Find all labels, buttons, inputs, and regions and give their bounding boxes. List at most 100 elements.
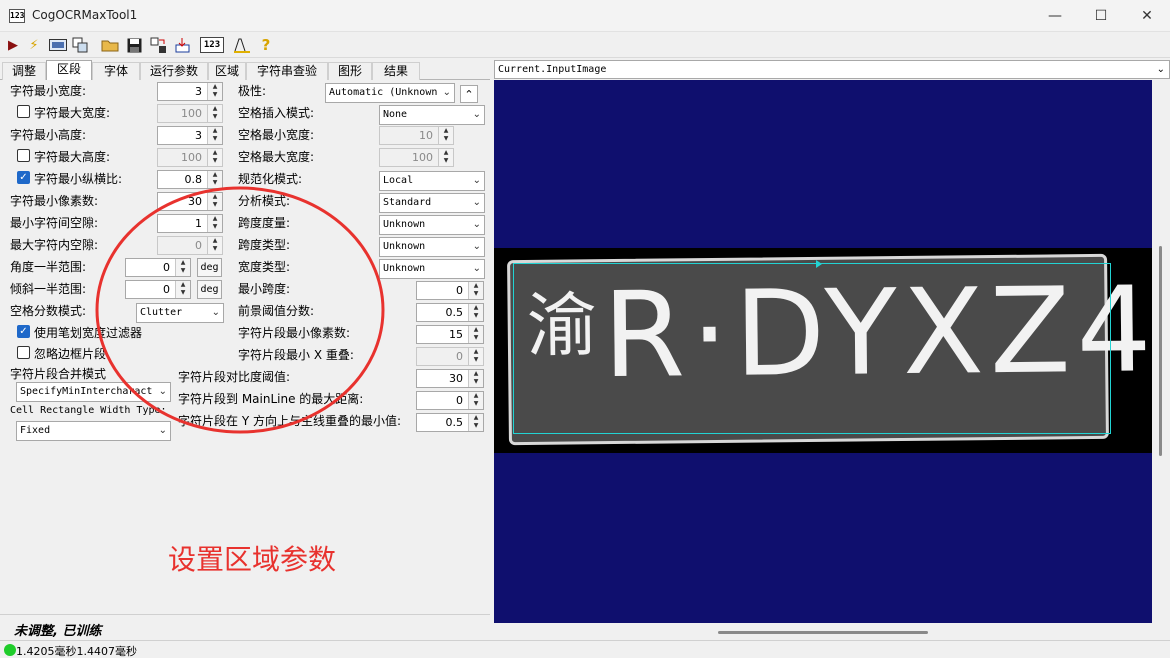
horizontal-scrollbar[interactable] bbox=[494, 623, 1152, 640]
training-icon[interactable] bbox=[148, 35, 168, 55]
tab-segment[interactable]: 区段 bbox=[46, 60, 92, 81]
spin-arrows-icon: ▲ ▼ bbox=[438, 127, 453, 144]
segment-panel: 字符最小宽度: 3 ▲ ▼ 字符最大宽度: 100 ▲ ▼ 字符最小高度: 3 ▲ ▼ 字符… bbox=[0, 80, 490, 613]
spin-arrows-icon: ▲ ▼ bbox=[468, 348, 483, 365]
tab-strip: 调整 区段 字体 运行参数 区域 字符串查验 图形 结果 bbox=[0, 60, 490, 81]
ocr-123-icon[interactable]: 123 bbox=[200, 37, 224, 53]
spin-arrows-icon[interactable]: ▲ ▼ bbox=[468, 326, 483, 343]
fragment-min-y-overlap-input[interactable]: 0.5 ▲ ▼ bbox=[416, 413, 484, 432]
char-min-height-input[interactable]: 3 ▲ ▼ bbox=[157, 126, 223, 145]
collapse-button[interactable]: ⌃ bbox=[460, 85, 478, 103]
pitch-type-select[interactable]: Unknown ⌄ bbox=[379, 237, 485, 257]
min-pitch-input[interactable]: 0 ▲ ▼ bbox=[416, 281, 484, 300]
spin-arrows-icon[interactable]: ▲ ▼ bbox=[468, 414, 483, 431]
chevron-down-icon: ⌄ bbox=[472, 241, 481, 252]
chevron-down-icon: ⌄ bbox=[442, 87, 451, 98]
toolbar: ▶ ⚡ 123 ? bbox=[0, 32, 1170, 58]
stroke-width-filter-checkbox[interactable]: ✓ bbox=[17, 325, 30, 338]
tab-adjust[interactable]: 调整 bbox=[2, 62, 46, 80]
char-max-width-label: 字符最大宽度: bbox=[34, 106, 111, 120]
spin-arrows-icon[interactable]: ▲ ▼ bbox=[468, 304, 483, 321]
spin-arrows-icon[interactable]: ▲ ▼ bbox=[207, 83, 222, 100]
timing-text: 1.4205毫秒1.4407毫秒 bbox=[16, 645, 137, 658]
minimize-button[interactable]: — bbox=[1032, 0, 1078, 32]
run-icon[interactable]: ▶ bbox=[3, 35, 23, 55]
maximize-button[interactable]: ☐ bbox=[1078, 0, 1124, 32]
tab-graphics[interactable]: 图形 bbox=[328, 62, 372, 80]
space-min-width-input: 10 ▲ ▼ bbox=[379, 126, 454, 145]
fragment-max-dist-mainline-input[interactable]: 0 ▲ ▼ bbox=[416, 391, 484, 410]
ignore-border-fragments-checkbox[interactable] bbox=[17, 346, 30, 359]
char-min-width-label: 字符最小宽度: bbox=[10, 84, 87, 98]
space-insert-mode-select[interactable]: None ⌄ bbox=[379, 105, 485, 125]
tab-string-validation[interactable]: 字符串查验 bbox=[246, 62, 328, 80]
training-state-text: 未调整, 已训练 bbox=[14, 624, 102, 639]
ocr-region-rect[interactable] bbox=[513, 263, 1111, 434]
width-type-select[interactable]: Unknown ⌄ bbox=[379, 259, 485, 279]
save-icon[interactable] bbox=[124, 35, 144, 55]
char-min-width-input[interactable]: 3 ▲ ▼ bbox=[157, 82, 223, 101]
tab-run-params[interactable]: 运行参数 bbox=[140, 62, 208, 80]
training-status-bar: 未调整, 已训练 bbox=[0, 614, 490, 640]
copy-image-icon[interactable] bbox=[70, 35, 90, 55]
horizontal-scroll-thumb[interactable] bbox=[718, 631, 928, 634]
polarity-select[interactable]: Automatic (Unknown ⌄ bbox=[325, 83, 455, 103]
fg-threshold-score-input[interactable]: 0.5 ▲ ▼ bbox=[416, 303, 484, 322]
gap-score-mode-label: 空格分数模式: bbox=[10, 304, 87, 318]
image-display[interactable]: 渝 R·DYXZ4 bbox=[494, 80, 1152, 623]
space-max-width-input: 100 ▲ ▼ bbox=[379, 148, 454, 167]
window-title: CogOCRMaxTool1 bbox=[32, 8, 138, 22]
spin-arrows-icon[interactable]: ▲ ▼ bbox=[468, 370, 483, 387]
fragment-contrast-threshold-input[interactable]: 30 ▲ ▼ bbox=[416, 369, 484, 388]
chevron-down-icon: ⌄ bbox=[1156, 64, 1165, 75]
space-insert-mode-label: 空格插入模式: bbox=[238, 106, 315, 120]
polarity-label: 极性: bbox=[238, 84, 267, 98]
chevron-down-icon: ⌄ bbox=[472, 197, 481, 208]
spin-arrows-icon[interactable]: ▲ ▼ bbox=[207, 127, 222, 144]
close-button[interactable]: ✕ bbox=[1124, 0, 1170, 32]
lightning-icon[interactable]: ⚡ bbox=[24, 35, 44, 55]
normalize-mode-select[interactable]: Local ⌄ bbox=[379, 171, 485, 191]
tab-font[interactable]: 字体 bbox=[92, 62, 140, 80]
char-max-height-checkbox[interactable] bbox=[17, 149, 30, 162]
open-folder-icon[interactable] bbox=[100, 35, 120, 55]
fragment-min-pixels-input[interactable]: 15 ▲ ▼ bbox=[416, 325, 484, 344]
tab-region[interactable]: 区域 bbox=[208, 62, 246, 80]
analysis-mode-select[interactable]: Standard ⌄ bbox=[379, 193, 485, 213]
annotation-text: 设置区域参数 bbox=[168, 543, 337, 576]
chevron-down-icon: ⌄ bbox=[472, 219, 481, 230]
app-icon: 123 bbox=[9, 9, 25, 23]
spin-arrows-icon[interactable]: ▲ ▼ bbox=[468, 282, 483, 299]
angle-half-range-label: 角度一半范围: bbox=[10, 260, 87, 274]
char-max-width-checkbox[interactable] bbox=[17, 105, 30, 118]
spin-arrows-icon[interactable]: ▲ ▼ bbox=[468, 392, 483, 409]
fragment-min-x-overlap-input: 0 ▲ ▼ bbox=[416, 347, 484, 366]
char-max-width-input: 100 ▲ ▼ bbox=[157, 104, 223, 123]
pitch-metric-select[interactable]: Unknown ⌄ bbox=[379, 215, 485, 235]
chevron-down-icon: ⌄ bbox=[472, 109, 481, 120]
font-edit-icon[interactable] bbox=[232, 35, 252, 55]
char-min-aspect-checkbox[interactable]: ✓ bbox=[17, 171, 30, 184]
import-icon[interactable] bbox=[172, 35, 192, 55]
camera-live-icon[interactable] bbox=[48, 35, 68, 55]
help-icon[interactable]: ? bbox=[256, 35, 276, 55]
chevron-down-icon: ⌄ bbox=[472, 263, 481, 274]
min-inter-gap-label: 最小字符间空隙: bbox=[10, 216, 99, 230]
region-direction-arrow-icon bbox=[816, 260, 822, 268]
space-max-width-label: 空格最大宽度: bbox=[238, 150, 315, 164]
spin-arrows-icon: ▲ ▼ bbox=[207, 105, 222, 122]
tab-results[interactable]: 结果 bbox=[372, 62, 420, 80]
max-intra-gap-label: 最大字符内空隙: bbox=[10, 238, 99, 252]
bottom-status-bar: 1.4205毫秒1.4407毫秒 bbox=[0, 640, 1170, 658]
spin-arrows-icon: ▲ ▼ bbox=[438, 149, 453, 166]
chevron-down-icon: ⌄ bbox=[472, 175, 481, 186]
annotation-ellipse bbox=[95, 186, 385, 434]
char-max-height-label: 字符最大高度: bbox=[34, 150, 111, 164]
skew-half-range-label: 倾斜一半范围: bbox=[10, 282, 87, 296]
vertical-scroll-thumb[interactable] bbox=[1159, 246, 1162, 456]
char-min-height-label: 字符最小高度: bbox=[10, 128, 87, 142]
char-max-height-input: 100 ▲ ▼ bbox=[157, 148, 223, 167]
chevron-up-icon: ⌃ bbox=[464, 88, 474, 101]
image-source-select[interactable]: Current.InputImage ⌄ bbox=[494, 60, 1170, 79]
vertical-scrollbar[interactable] bbox=[1152, 80, 1170, 623]
